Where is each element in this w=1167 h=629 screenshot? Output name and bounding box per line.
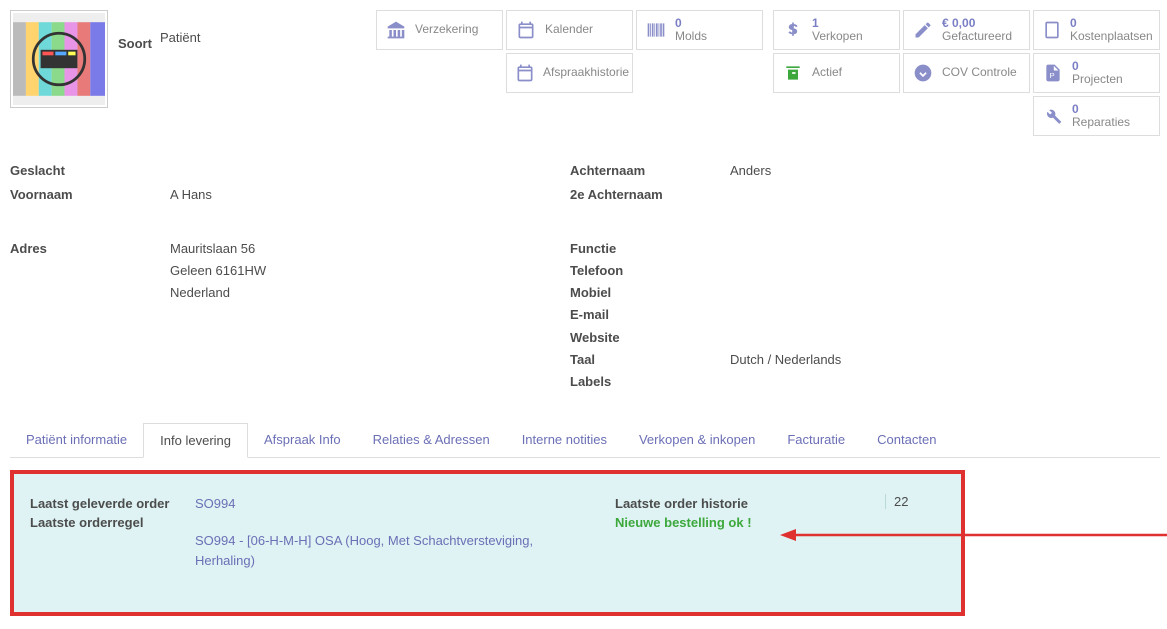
stat-cov[interactable]: COV Controle [903,53,1030,93]
value-voornaam: A Hans [170,184,570,206]
soort-value: Patiënt [160,30,200,45]
addr-line2: Geleen 6161HW [170,260,570,282]
stat-verkopen[interactable]: 1Verkopen [773,10,900,50]
stat-molds[interactable]: 0Molds [636,10,763,50]
tab-interne-notities[interactable]: Interne notities [506,423,623,457]
highlight-box: Laatst geleverde order Laatste orderrege… [10,470,965,617]
tab-relaties[interactable]: Relaties & Adressen [357,423,506,457]
barcode-icon [645,19,667,41]
hl-message: Nieuwe bestelling ok ! [615,513,875,533]
stat-actief[interactable]: Actief [773,53,900,93]
tab-afspraak-info[interactable]: Afspraak Info [248,423,357,457]
stat-afspraak-label: Afspraakhistorie [543,66,629,79]
stat-reparaties-label: Reparaties [1072,116,1130,129]
stat-verkopen-label: Verkopen [812,30,863,43]
bank-icon [385,19,407,41]
stat-projecten-label: Projecten [1072,73,1123,86]
page-icon: P [1042,62,1064,84]
stat-kalender-label: Kalender [545,23,593,36]
stat-molds-label: Molds [675,30,707,43]
label-labels: Labels [570,371,730,393]
hl-value-last-order[interactable]: SO994 [195,494,605,514]
label-achternaam: Achternaam [570,160,730,182]
stat-projecten[interactable]: P 0Projecten [1033,53,1160,93]
hl-history-count: 22 [885,494,945,509]
hl-label-history: Laatste order historie [615,494,875,514]
wrench-icon [1042,105,1064,127]
download-icon [912,62,934,84]
stat-kalender[interactable]: Kalender [506,10,633,50]
tab-verkopen-inkopen[interactable]: Verkopen & inkopen [623,423,771,457]
stat-reparaties[interactable]: 0Reparaties [1033,96,1160,136]
stat-kosten-label: Kostenplaatsen [1070,30,1153,43]
hl-label-last-order: Laatst geleverde order [30,494,185,514]
stat-afspraakhistorie[interactable]: Afspraakhistorie [506,53,633,93]
hl-value-last-orderline[interactable]: SO994 - [06-H-M-H] OSA (Hoog, Met Schach… [195,531,575,570]
label-mobiel: Mobiel [570,282,730,304]
value-achternaam: Anders [730,160,1030,182]
stat-cov-label: COV Controle [942,66,1017,79]
svg-text:P: P [1050,71,1055,80]
addr-line1: Mauritslaan 56 [170,238,570,260]
stat-verzekering-label: Verzekering [415,23,478,36]
label-adres: Adres [10,238,170,393]
stat-kostenplaatsen[interactable]: 0Kostenplaatsen [1033,10,1160,50]
edit-icon [912,19,934,41]
calendar-icon [515,62,535,84]
label-email: E-mail [570,304,730,326]
dollar-icon [782,19,804,41]
label-voornaam: Voornaam [10,184,170,206]
soort-label: Soort [118,36,152,51]
hl-label-last-orderline: Laatste orderregel [30,513,185,533]
label-telefoon: Telefoon [570,260,730,282]
value-geslacht [170,160,570,182]
stat-gefactureerd-label: Gefactureerd [942,30,1012,43]
tab-facturatie[interactable]: Facturatie [771,423,861,457]
value-achternaam2 [730,184,1030,206]
label-functie: Functie [570,238,730,260]
value-taal: Dutch / Nederlands [730,349,1030,371]
label-website: Website [570,327,730,349]
tab-info-levering[interactable]: Info levering [143,423,248,458]
tab-contacten[interactable]: Contacten [861,423,952,457]
label-geslacht: Geslacht [10,160,170,182]
stat-actief-label: Actief [812,66,842,79]
stat-gefactureerd[interactable]: € 0,00Gefactureerd [903,10,1030,50]
addr-line3: Nederland [170,282,570,304]
label-taal: Taal [570,349,730,371]
book-icon [1042,19,1062,41]
archive-icon [782,62,804,84]
tabs: Patiënt informatie Info levering Afspraa… [10,423,1160,458]
calendar-icon [515,19,537,41]
label-achternaam2: 2e Achternaam [570,184,730,206]
stat-verzekering[interactable]: Verzekering [376,10,503,50]
avatar [10,10,108,108]
tab-patient-info[interactable]: Patiënt informatie [10,423,143,457]
